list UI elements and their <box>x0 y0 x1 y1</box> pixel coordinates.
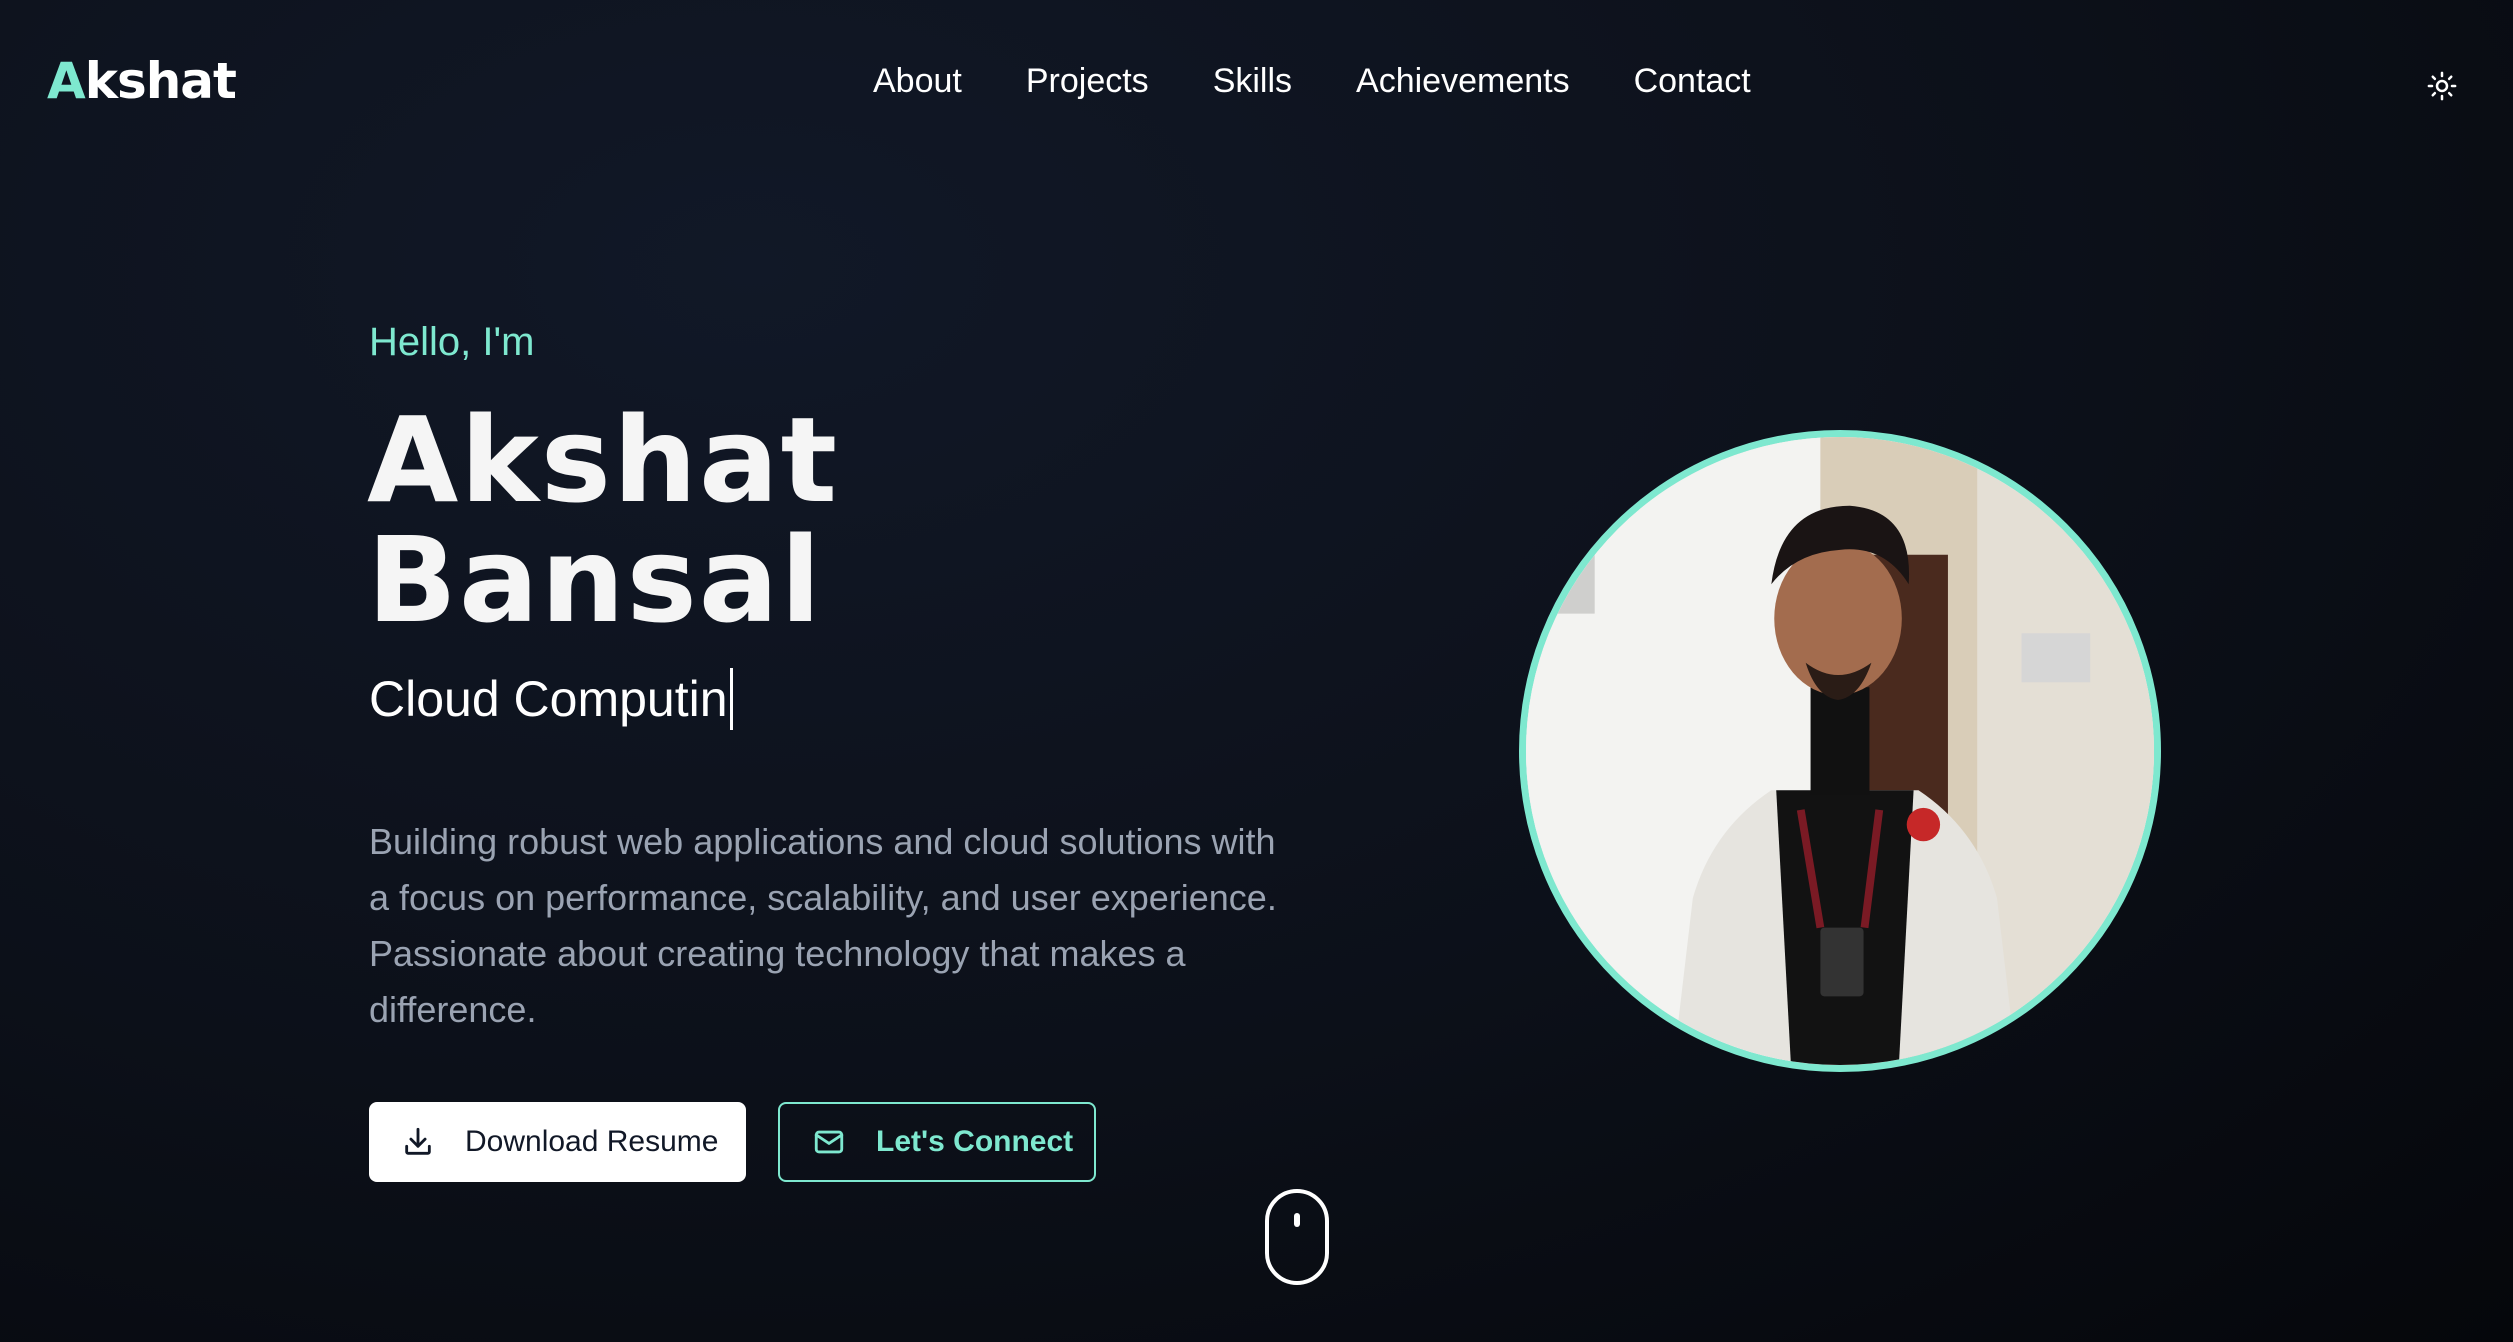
download-icon <box>401 1125 435 1159</box>
nav-links: About Projects Skills Achievements Conta… <box>873 62 1751 101</box>
site-logo[interactable]: Akshat <box>47 52 237 110</box>
nav-link-contact[interactable]: Contact <box>1634 62 1751 101</box>
download-resume-label: Download Resume <box>465 1125 719 1158</box>
sun-icon <box>2427 71 2457 101</box>
typing-caret <box>729 668 733 730</box>
nav-link-achievements[interactable]: Achievements <box>1356 62 1570 101</box>
lets-connect-label: Let's Connect <box>876 1125 1074 1158</box>
scroll-wheel <box>1294 1213 1300 1227</box>
hero-greeting: Hello, I'm <box>369 320 535 364</box>
download-resume-button[interactable]: Download Resume <box>369 1102 746 1182</box>
theme-toggle-button[interactable] <box>2424 68 2460 104</box>
navbar: Akshat About Projects Skills Achievement… <box>0 0 2513 175</box>
logo-rest: kshat <box>84 52 237 110</box>
hero-name-first: Akshat <box>367 391 840 529</box>
lets-connect-button[interactable]: Let's Connect <box>778 1102 1096 1182</box>
hero-name-last: Bansal <box>367 511 823 649</box>
mouse-scroll-icon[interactable] <box>1265 1189 1329 1285</box>
nav-link-about[interactable]: About <box>873 62 962 101</box>
typed-role-text: Cloud Computin <box>369 671 728 727</box>
logo-initial: A <box>47 52 86 110</box>
hero-description: Building robust web applications and clo… <box>369 821 1277 1030</box>
typed-role: Cloud Computin <box>369 668 733 730</box>
hero-name: Akshat Bansal <box>367 400 839 640</box>
profile-photo <box>1519 430 2161 1072</box>
mail-icon <box>812 1125 846 1159</box>
nav-link-projects[interactable]: Projects <box>1026 62 1149 101</box>
nav-link-skills[interactable]: Skills <box>1213 62 1292 101</box>
